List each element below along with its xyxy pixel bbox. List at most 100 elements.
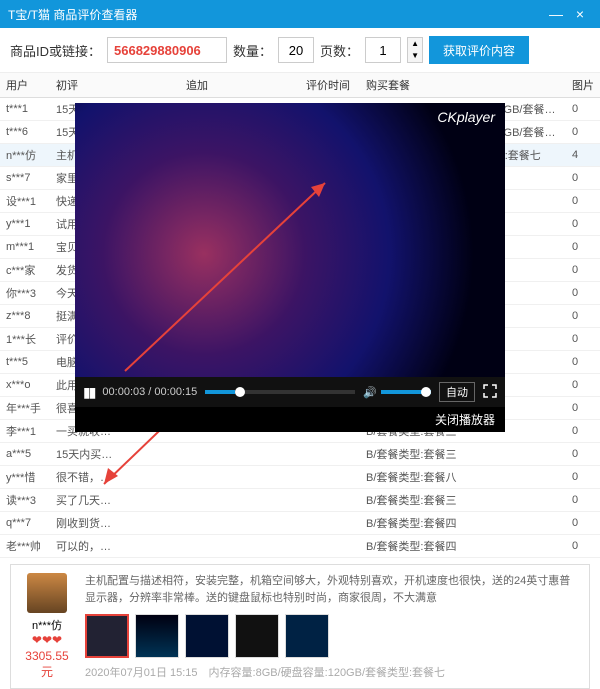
thumbnail-3[interactable] [185, 614, 229, 658]
table-cell: 15天内买… [50, 443, 180, 466]
player-brand: CKplayer [437, 109, 495, 125]
table-cell: 0 [566, 259, 600, 282]
table-cell [300, 443, 360, 466]
table-cell: 老***帅 [0, 535, 50, 558]
col-first[interactable]: 初评 [50, 73, 180, 98]
thumbnail-1[interactable] [85, 614, 129, 658]
table-cell: 刚收到货… [50, 512, 180, 535]
volume-control[interactable]: 🔊 [363, 386, 431, 399]
table-cell: 0 [566, 420, 600, 443]
table-cell: 0 [566, 305, 600, 328]
titlebar: T宝/T猫 商品评价查看器 — × [0, 0, 600, 28]
table-cell: 0 [566, 512, 600, 535]
table-cell: 0 [566, 328, 600, 351]
table-cell: n***仿 [0, 144, 50, 167]
video-player: CKplayer ▮▮ 00:00:03 / 00:00:15 🔊 自动 关闭播… [75, 103, 505, 432]
table-cell: 4 [566, 144, 600, 167]
col-user[interactable]: 用户 [0, 73, 50, 98]
stepper-down[interactable]: ▼ [408, 50, 422, 62]
rating-hearts: ❤❤❤ [19, 633, 75, 647]
table-cell: z***8 [0, 305, 50, 328]
col-append[interactable]: 追加 [180, 73, 300, 98]
table-cell: 买了几天… [50, 489, 180, 512]
video-stage[interactable]: CKplayer [75, 103, 505, 377]
table-cell [300, 489, 360, 512]
close-button[interactable]: × [568, 6, 592, 22]
page-input[interactable] [365, 37, 401, 63]
video-frame [75, 103, 505, 377]
table-row[interactable]: y***惜很不错，…B/套餐类型:套餐八0 [0, 466, 600, 489]
table-cell: x***o [0, 374, 50, 397]
pause-button[interactable]: ▮▮ [83, 384, 94, 401]
detail-user-block: n***仿 ❤❤❤ 3305.55 元 [19, 573, 75, 680]
fullscreen-icon[interactable] [483, 384, 497, 401]
table-cell [300, 512, 360, 535]
table-cell: 0 [566, 190, 600, 213]
table-cell: 0 [566, 466, 600, 489]
id-label: 商品ID或链接： [10, 41, 101, 60]
col-pic[interactable]: 图片 [566, 73, 600, 98]
page-stepper: ▲ ▼ [407, 37, 423, 63]
detail-price: 3305.55 元 [19, 649, 75, 680]
table-cell: q***7 [0, 512, 50, 535]
fetch-button[interactable]: 获取评价内容 [429, 36, 529, 64]
table-cell: 0 [566, 236, 600, 259]
table-cell: 李***1 [0, 420, 50, 443]
table-cell [300, 466, 360, 489]
review-detail-panel: n***仿 ❤❤❤ 3305.55 元 主机配置与描述相符，安装完整，机箱空间够… [10, 564, 590, 689]
table-cell: 0 [566, 167, 600, 190]
table-cell: 0 [566, 374, 600, 397]
quality-auto-button[interactable]: 自动 [439, 382, 475, 402]
col-time[interactable]: 评价时间 [300, 73, 360, 98]
table-row[interactable]: 老***帅可以的，…B/套餐类型:套餐四0 [0, 535, 600, 558]
close-player-button[interactable]: 关闭播放器 [75, 407, 505, 432]
thumbnail-2[interactable] [135, 614, 179, 658]
table-cell: 0 [566, 397, 600, 420]
table-cell: 0 [566, 443, 600, 466]
stepper-up[interactable]: ▲ [408, 38, 422, 50]
table-row[interactable]: a***515天内买… B/套餐类型:套餐三0 [0, 443, 600, 466]
table-cell: a***5 [0, 443, 50, 466]
product-id-input[interactable] [107, 37, 227, 63]
table-cell [180, 489, 300, 512]
player-controls: ▮▮ 00:00:03 / 00:00:15 🔊 自动 [75, 377, 505, 407]
table-cell: 0 [566, 98, 600, 121]
table-cell: B/套餐类型:套餐三 [360, 443, 566, 466]
table-cell [300, 535, 360, 558]
table-row[interactable]: q***7刚收到货…B/套餐类型:套餐四0 [0, 512, 600, 535]
thumbnail-4[interactable] [235, 614, 279, 658]
progress-bar[interactable] [205, 390, 355, 394]
col-pkg[interactable]: 购买套餐 [360, 73, 566, 98]
page-label: 页数： [320, 41, 359, 60]
table-cell: m***1 [0, 236, 50, 259]
volume-icon[interactable]: 🔊 [363, 386, 377, 399]
table-cell: B/套餐类型:套餐三 [360, 489, 566, 512]
table-cell: 0 [566, 351, 600, 374]
table-cell: 设***1 [0, 190, 50, 213]
table-cell: t***1 [0, 98, 50, 121]
table-row[interactable]: 读***3买了几天… B/套餐类型:套餐三0 [0, 489, 600, 512]
table-cell: 年***手 [0, 397, 50, 420]
detail-meta: 2020年07月01日 15:15 内存容量:8GB/硬盘容量:120GB/套餐… [85, 664, 581, 680]
table-cell: t***6 [0, 121, 50, 144]
table-cell: 可以的，… [50, 535, 180, 558]
table-cell: 你***3 [0, 282, 50, 305]
table-cell [180, 512, 300, 535]
minimize-button[interactable]: — [544, 6, 568, 22]
table-cell: 0 [566, 121, 600, 144]
thumbnail-strip [85, 614, 581, 658]
table-cell: B/套餐类型:套餐八 [360, 466, 566, 489]
table-cell: y***1 [0, 213, 50, 236]
table-wrap: 用户 初评 追加 评价时间 购买套餐 图片 t***115天内买家未作出评价快递… [0, 73, 600, 558]
review-text: 主机配置与描述相符，安装完整，机箱空间够大，外观特别喜欢，开机速度也很快，送的2… [85, 573, 581, 606]
table-cell [180, 466, 300, 489]
table-cell [180, 535, 300, 558]
detail-username: n***仿 [19, 617, 75, 633]
qty-input[interactable] [278, 37, 314, 63]
toolbar: 商品ID或链接： 数量： 页数： ▲ ▼ 获取评价内容 [0, 28, 600, 73]
time-display: 00:00:03 / 00:00:15 [102, 386, 197, 398]
table-cell: 0 [566, 489, 600, 512]
table-cell: 读***3 [0, 489, 50, 512]
thumbnail-5[interactable] [285, 614, 329, 658]
table-cell: 0 [566, 282, 600, 305]
